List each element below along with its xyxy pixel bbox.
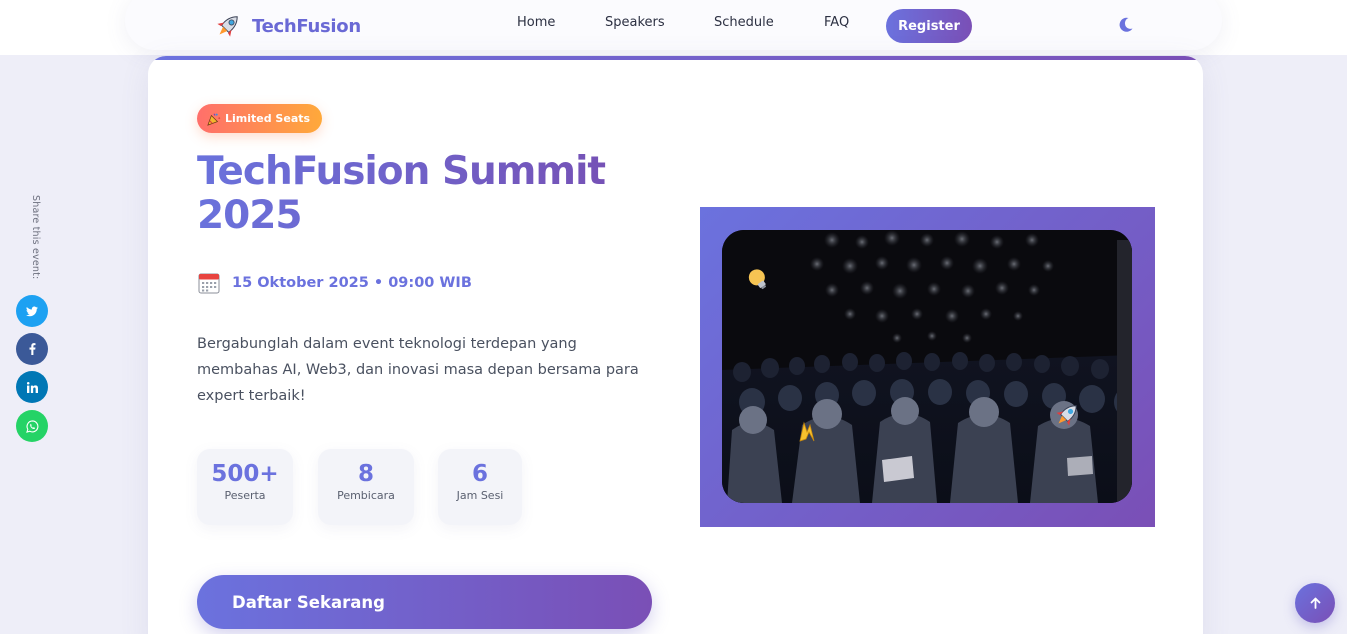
navbar: TechFusion Home Speakers Schedule FAQ Re… [0, 0, 1347, 55]
limited-seats-badge: Limited Seats [197, 104, 323, 133]
facebook-icon [29, 343, 35, 355]
twitter-icon [26, 306, 38, 316]
nav-link-home[interactable]: Home [517, 15, 555, 30]
rocket-icon [217, 16, 238, 37]
brand-name: TechFusion [252, 15, 361, 37]
event-title: TechFusion Summit 2025 [197, 150, 627, 238]
stat-label: Pembicara [337, 489, 395, 502]
whatsapp-icon [25, 419, 38, 433]
share-label: Share this event: [30, 195, 41, 280]
audience-illustration [722, 230, 1132, 503]
stat-value: 6 [471, 461, 488, 487]
event-image-frame [700, 207, 1155, 527]
register-now-button[interactable]: Daftar Sekarang [197, 575, 652, 629]
lightbulb-icon [748, 269, 766, 290]
stat-card-participants: 500+ Peserta [197, 449, 293, 525]
arrow-up-icon [1310, 597, 1320, 609]
stat-value: 8 [357, 461, 374, 487]
share-linkedin-button[interactable] [16, 371, 48, 403]
event-date-text: 15 Oktober 2025 • 09:00 WIB [232, 275, 472, 291]
linkedin-icon [26, 381, 38, 393]
share-twitter-button[interactable] [16, 295, 48, 327]
stat-card-speakers: 8 Pembicara [318, 449, 414, 525]
brand-logo[interactable]: TechFusion [213, 12, 361, 40]
moon-icon[interactable] [1117, 16, 1135, 34]
calendar-icon [198, 273, 220, 294]
badge-label: Limited Seats [225, 112, 311, 125]
lightning-icon [799, 421, 815, 442]
stat-value: 500+ [211, 461, 279, 487]
party-popper-icon [207, 113, 221, 126]
stat-label: Peserta [224, 489, 266, 502]
event-description: Bergabunglah dalam event teknologi terde… [197, 336, 639, 404]
nav-link-schedule[interactable]: Schedule [714, 15, 774, 30]
share-facebook-button[interactable] [16, 333, 48, 365]
rocket-icon [1056, 405, 1077, 426]
event-date: 15 Oktober 2025 • 09:00 WIB [198, 272, 472, 294]
stat-card-hours: 6 Jam Sesi [438, 449, 522, 525]
nav-link-faq[interactable]: FAQ [824, 15, 849, 30]
register-button[interactable]: Register [886, 9, 972, 43]
nav-link-speakers[interactable]: Speakers [605, 15, 665, 30]
scroll-to-top-button[interactable] [1295, 583, 1335, 623]
stat-label: Jam Sesi [456, 489, 504, 502]
share-whatsapp-button[interactable] [16, 410, 48, 442]
conference-audience-photo [722, 230, 1132, 503]
hero-card-accent-bar [148, 56, 1203, 60]
